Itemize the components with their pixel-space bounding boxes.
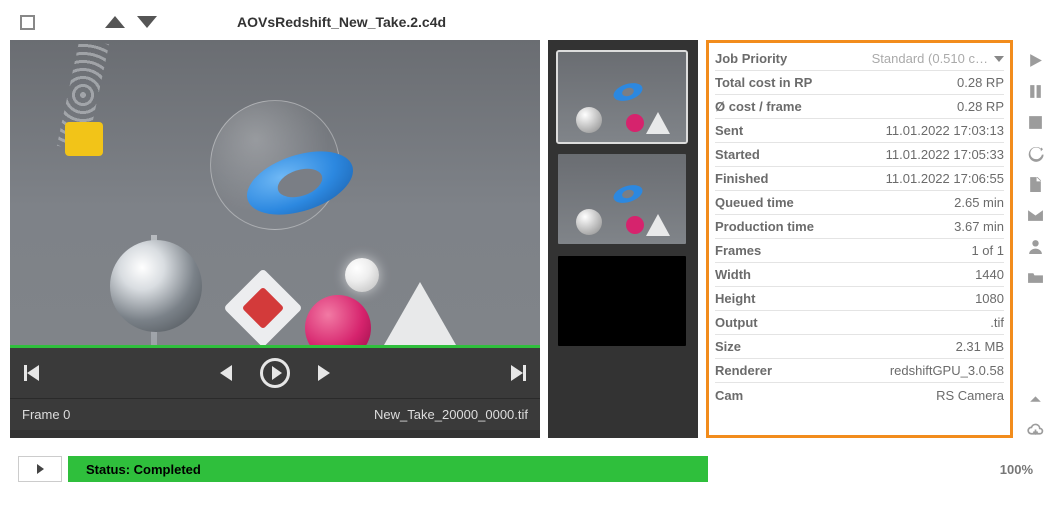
detail-row: Started 11.01.2022 17:05:33	[715, 143, 1004, 167]
detail-value: 1440	[975, 267, 1004, 282]
detail-row-priority: Job Priority Standard (0.510 c…	[715, 47, 1004, 71]
detail-label: Output	[715, 315, 758, 330]
select-checkbox[interactable]	[20, 15, 35, 30]
expand-button[interactable]	[18, 456, 62, 482]
detail-row: Frames 1 of 1	[715, 239, 1004, 263]
header: AOVsRedshift_New_Take.2.c4d	[0, 0, 1059, 40]
play-button[interactable]	[260, 358, 290, 388]
detail-value: 2.65 min	[954, 195, 1004, 210]
status-percent: 100%	[992, 462, 1041, 477]
detail-row: Production time 3.67 min	[715, 215, 1004, 239]
playback-controls	[10, 348, 540, 398]
move-down-button[interactable]	[137, 16, 157, 28]
document-icon[interactable]	[1027, 176, 1044, 193]
status-row: Status: Completed 100%	[18, 456, 1041, 482]
detail-value: 11.01.2022 17:05:33	[886, 147, 1004, 162]
detail-row: Sent 11.01.2022 17:03:13	[715, 119, 1004, 143]
detail-row: Ø cost / frame 0.28 RP	[715, 95, 1004, 119]
detail-label: Frames	[715, 243, 761, 258]
folder-open-icon[interactable]	[1027, 269, 1044, 286]
detail-label: Job Priority	[715, 51, 787, 66]
detail-value: .tif	[990, 315, 1004, 330]
detail-value: 1 of 1	[971, 243, 1004, 258]
thumbnail-3[interactable]	[558, 256, 686, 346]
detail-row: Width 1440	[715, 263, 1004, 287]
detail-row: Renderer redshiftGPU_3.0.58	[715, 359, 1004, 383]
next-frame-button[interactable]	[318, 365, 330, 381]
skip-end-button[interactable]	[511, 365, 526, 381]
detail-value: 0.28 RP	[957, 75, 1004, 90]
detail-label: Sent	[715, 123, 743, 138]
detail-value: 0.28 RP	[957, 99, 1004, 114]
detail-label: Width	[715, 267, 751, 282]
detail-label: Cam	[715, 388, 743, 403]
detail-value: 11.01.2022 17:03:13	[886, 123, 1004, 138]
detail-row: Finished 11.01.2022 17:06:55	[715, 167, 1004, 191]
refresh-icon[interactable]	[1027, 145, 1044, 162]
prev-frame-button[interactable]	[220, 365, 232, 381]
detail-row: Cam RS Camera	[715, 383, 1004, 407]
cloud-download-icon[interactable]	[1027, 421, 1044, 438]
detail-value: 3.67 min	[954, 219, 1004, 234]
detail-value: RS Camera	[936, 388, 1004, 403]
detail-label: Finished	[715, 171, 768, 186]
detail-label: Height	[715, 291, 755, 306]
file-title: AOVsRedshift_New_Take.2.c4d	[237, 14, 446, 30]
preview-viewer: Frame 0 New_Take_20000_0000.tif	[10, 40, 540, 438]
status-text: Status: Completed	[86, 462, 201, 477]
detail-value: 2.31 MB	[956, 339, 1004, 354]
detail-label: Renderer	[715, 363, 772, 378]
skip-start-button[interactable]	[24, 365, 39, 381]
detail-row: Height 1080	[715, 287, 1004, 311]
thumbnail-1[interactable]	[558, 52, 686, 142]
render-preview	[10, 40, 540, 348]
chevron-right-icon	[37, 464, 44, 474]
action-sidebar	[1021, 40, 1049, 438]
thumbnail-2[interactable]	[558, 154, 686, 244]
detail-label: Size	[715, 339, 741, 354]
chevron-down-icon	[994, 56, 1004, 62]
detail-label: Started	[715, 147, 760, 162]
play-icon[interactable]	[1027, 52, 1044, 69]
detail-row: Output .tif	[715, 311, 1004, 335]
status-bar: Status: Completed	[68, 456, 708, 482]
job-details-panel: Job Priority Standard (0.510 c… Total co…	[706, 40, 1013, 438]
move-up-button[interactable]	[105, 16, 125, 28]
detail-label: Total cost in RP	[715, 75, 812, 90]
detail-label: Production time	[715, 219, 814, 234]
chevron-up-icon[interactable]	[1027, 390, 1044, 407]
frame-label: Frame 0	[22, 407, 70, 422]
priority-dropdown[interactable]: Standard (0.510 c…	[872, 51, 1004, 66]
frame-info-bar: Frame 0 New_Take_20000_0000.tif	[10, 398, 540, 430]
frame-filename: New_Take_20000_0000.tif	[374, 407, 528, 422]
detail-value: 1080	[975, 291, 1004, 306]
detail-label: Ø cost / frame	[715, 99, 802, 114]
detail-row: Total cost in RP 0.28 RP	[715, 71, 1004, 95]
thumbnail-strip	[548, 40, 698, 438]
detail-row: Size 2.31 MB	[715, 335, 1004, 359]
detail-value: redshiftGPU_3.0.58	[890, 363, 1004, 378]
pause-icon[interactable]	[1027, 83, 1044, 100]
detail-label: Queued time	[715, 195, 794, 210]
user-icon[interactable]	[1027, 238, 1044, 255]
detail-row: Queued time 2.65 min	[715, 191, 1004, 215]
mail-icon[interactable]	[1027, 207, 1044, 224]
stop-icon[interactable]	[1027, 114, 1044, 131]
detail-value: 11.01.2022 17:06:55	[886, 171, 1004, 186]
